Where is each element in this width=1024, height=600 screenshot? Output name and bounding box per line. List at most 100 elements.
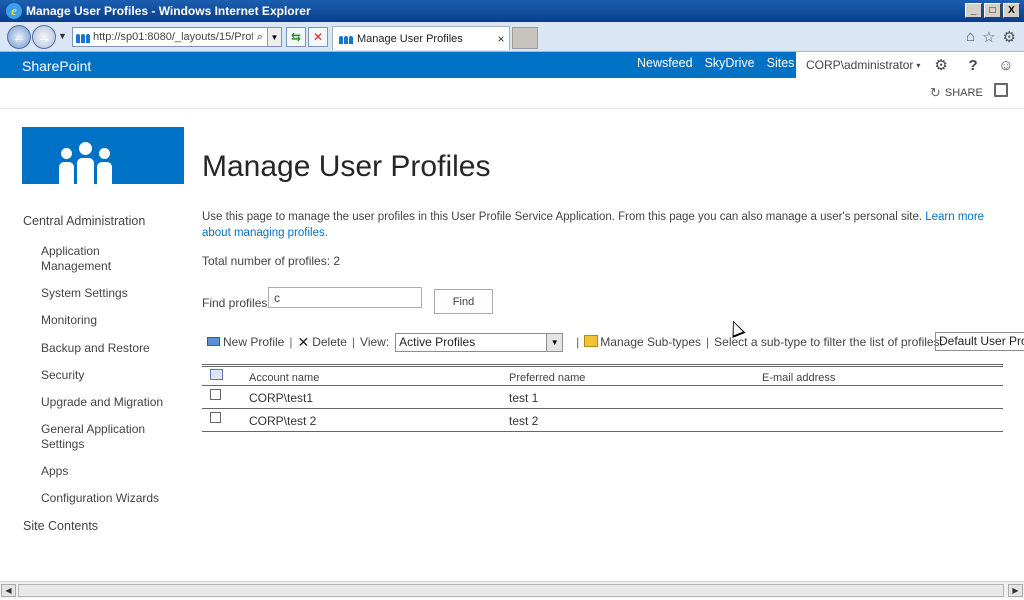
- share-label: SHARE: [944, 87, 983, 99]
- description-text: Use this page to manage the user profile…: [202, 211, 926, 223]
- refresh-button[interactable]: ⇆: [286, 27, 306, 47]
- manage-subtypes-icon: [584, 335, 599, 347]
- view-label: View:: [360, 335, 390, 349]
- share-icon: ↻: [930, 85, 941, 100]
- dropdown-arrow-icon[interactable]: ▼: [546, 333, 563, 351]
- history-dropdown-icon[interactable]: ▼: [58, 31, 67, 41]
- page-title: Manage User Profiles: [202, 150, 491, 183]
- suite-link-sites[interactable]: Sites: [767, 56, 795, 70]
- toolbar-separator: |: [289, 335, 293, 349]
- tools-gear-icon[interactable]: ⚙: [1003, 28, 1016, 46]
- horizontal-scrollbar[interactable]: ◀ ▶: [0, 581, 1024, 598]
- suite-link-newsfeed[interactable]: Newsfeed: [637, 56, 693, 70]
- nav-monitoring[interactable]: Monitoring: [23, 313, 183, 328]
- window-title: Manage User Profiles - Windows Internet …: [26, 4, 311, 18]
- minimize-button[interactable]: _: [965, 3, 982, 18]
- window-titlebar: e Manage User Profiles - Windows Interne…: [0, 0, 1024, 22]
- row-account-name[interactable]: CORP\test 2: [249, 414, 316, 428]
- new-tab-button[interactable]: [512, 27, 538, 49]
- find-profiles-input[interactable]: [268, 287, 422, 308]
- tab-title: Manage User Profiles: [357, 32, 463, 45]
- toolbar-separator: |: [351, 335, 356, 349]
- back-button[interactable]: ←: [7, 25, 31, 49]
- browser-tab-active[interactable]: Manage User Profiles ×: [332, 26, 510, 50]
- user-menu[interactable]: CORP\administrator ▾: [796, 52, 924, 78]
- scroll-left-icon[interactable]: ◀: [1, 584, 16, 597]
- table-row[interactable]: CORP\test1 test 1: [202, 386, 1003, 409]
- logo-person-body-icon: [97, 162, 112, 184]
- nav-central-administration[interactable]: Central Administration: [23, 214, 183, 229]
- home-icon[interactable]: ⌂: [966, 28, 975, 46]
- manage-subtypes-button[interactable]: Manage Sub-types: [600, 335, 701, 349]
- chevron-down-icon: ▾: [916, 60, 921, 70]
- window-controls: _ □ X: [965, 3, 1020, 18]
- address-bar[interactable]: http://sp01:8080/_layouts/15/Profi ⌕ ▼: [72, 27, 282, 47]
- site-favicon-icon: [76, 31, 90, 43]
- nav-backup-and-restore[interactable]: Backup and Restore: [23, 341, 183, 356]
- header-email-address[interactable]: E-mail address: [762, 372, 835, 384]
- table-header: Account name Preferred name E-mail addre…: [202, 364, 1003, 386]
- logo-person-head-icon: [79, 142, 92, 155]
- profiles-toolbar: New Profile | ✕ Delete | View: Active Pr…: [207, 332, 943, 352]
- address-url[interactable]: http://sp01:8080/_layouts/15/Profi: [93, 31, 253, 43]
- logo-person-body-icon: [59, 162, 74, 184]
- subtype-dropdown[interactable]: Default User Profile Subtype: [935, 332, 1024, 351]
- row-preferred-name: test 1: [509, 391, 539, 405]
- find-profiles-label: Find profiles: [202, 296, 268, 310]
- nav-system-settings[interactable]: System Settings: [23, 286, 183, 301]
- toolbar-separator: |: [706, 335, 710, 349]
- header-preferred-name[interactable]: Preferred name: [509, 372, 585, 384]
- settings-gear-icon[interactable]: ⚙: [934, 56, 947, 74]
- user-name: CORP\administrator: [806, 58, 914, 72]
- total-profiles-count: Total number of profiles: 2: [202, 254, 341, 268]
- suite-bar: SharePoint Newsfeed SkyDrive Sites CORP\…: [0, 52, 1024, 78]
- address-dropdown-icon[interactable]: ▼: [267, 28, 281, 46]
- nav-site-contents[interactable]: Site Contents: [23, 519, 183, 534]
- tab-close-icon[interactable]: ×: [493, 32, 509, 46]
- nav-apps[interactable]: Apps: [23, 464, 183, 479]
- focus-on-content-icon[interactable]: [994, 83, 1008, 97]
- browser-toolbar: ← → ▼ http://sp01:8080/_layouts/15/Profi…: [0, 22, 1024, 52]
- share-button[interactable]: ↻ SHARE: [930, 85, 983, 101]
- scroll-right-icon[interactable]: ▶: [1008, 584, 1023, 597]
- nav-upgrade-and-migration[interactable]: Upgrade and Migration: [23, 395, 183, 410]
- maximize-button[interactable]: □: [984, 3, 1001, 18]
- help-icon[interactable]: ?: [968, 57, 977, 74]
- toolbar-separator: |: [576, 335, 580, 349]
- nav-general-application-settings[interactable]: General Application Settings: [23, 422, 163, 452]
- new-profile-button[interactable]: New Profile: [223, 335, 284, 349]
- suite-icons: ⚙ ? ☺: [924, 52, 1024, 78]
- forward-button[interactable]: →: [32, 25, 56, 49]
- row-checkbox[interactable]: [210, 412, 221, 426]
- delete-icon: ✕: [297, 333, 310, 350]
- scrollbar-thumb[interactable]: [18, 584, 1004, 597]
- suite-link-skydrive[interactable]: SkyDrive: [705, 56, 755, 70]
- smiley-feedback-icon[interactable]: ☺: [998, 57, 1013, 74]
- row-preferred-name: test 2: [509, 414, 539, 428]
- address-search-icon[interactable]: ⌕: [253, 31, 267, 44]
- subtype-filter-label: Select a sub-type to filter the list of …: [714, 335, 943, 349]
- page-description: Use this page to manage the user profile…: [202, 209, 1007, 241]
- view-dropdown[interactable]: Active Profiles ▼: [395, 332, 564, 352]
- favorites-star-icon[interactable]: ☆: [982, 28, 995, 46]
- table-row[interactable]: CORP\test 2 test 2: [202, 409, 1003, 432]
- find-button[interactable]: Find: [434, 289, 493, 314]
- row-account-name[interactable]: CORP\test1: [249, 391, 313, 405]
- header-account-name[interactable]: Account name: [249, 372, 319, 384]
- profiles-table: Account name Preferred name E-mail addre…: [202, 364, 1003, 432]
- nav-configuration-wizards[interactable]: Configuration Wizards: [23, 491, 183, 506]
- browser-right-icons: ⌂ ☆ ⚙: [966, 28, 1016, 46]
- sharepoint-brand[interactable]: SharePoint: [22, 58, 91, 74]
- delete-button[interactable]: Delete: [312, 335, 347, 349]
- view-dropdown-value: Active Profiles: [399, 335, 476, 349]
- site-logo[interactable]: [22, 127, 184, 184]
- nav-security[interactable]: Security: [23, 368, 183, 383]
- select-all-checkbox-icon[interactable]: [210, 369, 223, 384]
- close-window-button[interactable]: X: [1003, 3, 1020, 18]
- stop-button[interactable]: ✕: [308, 27, 328, 47]
- tab-favicon-icon: [339, 33, 353, 44]
- logo-person-head-icon: [99, 148, 110, 159]
- divider: [0, 108, 1024, 109]
- nav-application-management[interactable]: Application Management: [23, 244, 143, 274]
- row-checkbox[interactable]: [210, 389, 221, 403]
